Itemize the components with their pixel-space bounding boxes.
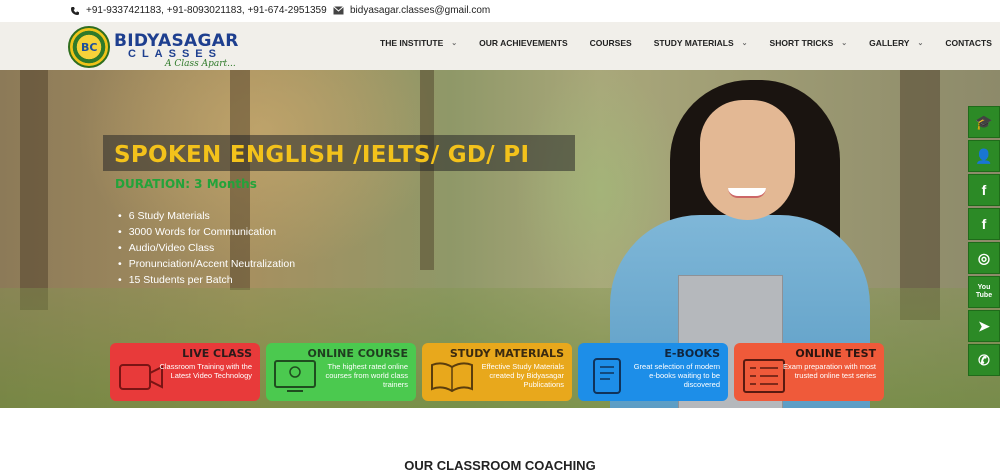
logo-tagline: A Class Apart...: [165, 59, 236, 69]
whatsapp-icon: ✆: [978, 351, 990, 368]
card-description: Great selection of modern e-books waitin…: [633, 362, 720, 389]
list-item: Pronunciation/Accent Neutralization: [118, 256, 295, 272]
telegram-button[interactable]: ➤: [968, 310, 1000, 342]
list-item: 3000 Words for Communication: [118, 224, 295, 240]
hero-title: SPOKEN ENGLISH /IELTS/ GD/ PI: [114, 142, 530, 168]
tree-trunk: [900, 70, 940, 320]
facebook-square-icon: f: [981, 216, 987, 232]
card-description: The highest rated online courses from wo…: [325, 362, 408, 389]
youtube-button[interactable]: You Tube: [968, 276, 1000, 308]
facebook-icon: f: [981, 182, 987, 198]
online-test-card[interactable]: ONLINE TEST Exam preparation with most t…: [734, 343, 884, 401]
list-item: Audio/Video Class: [118, 240, 295, 256]
chevron-down-icon: ⌄: [451, 40, 458, 47]
email-address: bidyasagar.classes@gmail.com: [350, 5, 491, 16]
nav-item-gallery[interactable]: GALLERY ⌄: [869, 38, 923, 48]
feature-list: 6 Study Materials 3000 Words for Communi…: [118, 208, 295, 288]
list-item: 15 Students per Batch: [118, 272, 295, 288]
nav-item-courses[interactable]: COURSES: [590, 38, 632, 48]
facebook-square-button[interactable]: f: [968, 208, 1000, 240]
card-title: E-BOOKS: [664, 347, 720, 360]
site-header: BC BIDYASAGAR CLASSES A Class Apart... T…: [0, 22, 1000, 70]
nav-item-our-achievements[interactable]: OUR ACHIEVEMENTS: [479, 38, 567, 48]
main-nav: THE INSTITUTE ⌄ OUR ACHIEVEMENTS COURSES …: [380, 38, 1000, 48]
chevron-down-icon: ⌄: [841, 40, 848, 47]
graduation-cap-button[interactable]: 🎓: [968, 106, 1000, 138]
chevron-down-icon: ⌄: [741, 40, 748, 47]
facebook-button[interactable]: f: [968, 174, 1000, 206]
card-description: Effective Study Materials created by Bid…: [481, 362, 564, 389]
online-course-card[interactable]: ONLINE COURSE The highest rated online c…: [266, 343, 416, 401]
phone-numbers: +91-9337421183, +91-8093021183, +91-674-…: [86, 5, 327, 16]
graduation-cap-icon: 🎓: [975, 113, 993, 130]
phone-contact[interactable]: +91-9337421183, +91-8093021183, +91-674-…: [70, 5, 327, 16]
study-materials-card[interactable]: STUDY MATERIALS Effective Study Material…: [422, 343, 572, 401]
card-title: STUDY MATERIALS: [449, 347, 564, 360]
nav-item-the-institute[interactable]: THE INSTITUTE ⌄: [380, 38, 457, 48]
card-title: ONLINE COURSE: [307, 347, 408, 360]
instagram-icon: ◎: [977, 249, 991, 266]
list-item: 6 Study Materials: [118, 208, 295, 224]
card-title: ONLINE TEST: [795, 347, 876, 360]
nav-item-contacts[interactable]: CONTACTS⌄: [945, 38, 1000, 48]
nav-item-study-materials[interactable]: STUDY MATERIALS ⌄: [654, 38, 748, 48]
course-duration: DURATION: 3 Months: [115, 177, 257, 191]
logo-badge: BC: [68, 26, 110, 68]
user-icon: 👤: [975, 147, 993, 164]
whatsapp-button[interactable]: ✆: [968, 344, 1000, 376]
instagram-button[interactable]: ◎: [968, 242, 1000, 274]
live-class-card[interactable]: LIVE CLASS Classroom Training with the L…: [110, 343, 260, 401]
phone-icon: [71, 6, 79, 15]
social-sidebar: 🎓 👤 f f ◎ You Tube ➤ ✆: [968, 106, 1000, 378]
card-description: Classroom Training with the Latest Video…: [159, 362, 252, 380]
telegram-icon: ➤: [978, 317, 990, 334]
email-contact[interactable]: bidyasagar.classes@gmail.com: [333, 5, 490, 16]
envelope-icon: [333, 6, 344, 15]
chevron-down-icon: ⌄: [917, 40, 924, 47]
youtube-icon: You Tube: [975, 284, 993, 299]
user-button[interactable]: 👤: [968, 140, 1000, 172]
e-books-card[interactable]: E-BOOKS Great selection of modern e-book…: [578, 343, 728, 401]
card-title: LIVE CLASS: [182, 347, 252, 360]
nav-item-short-tricks[interactable]: SHORT TRICKS ⌄: [770, 38, 848, 48]
card-description: Exam preparation with most trusted onlin…: [783, 362, 876, 380]
top-contact-bar: +91-9337421183, +91-8093021183, +91-674-…: [0, 0, 1000, 22]
site-logo[interactable]: BC BIDYASAGAR CLASSES A Class Apart...: [68, 26, 248, 70]
tree-trunk: [20, 70, 48, 310]
section-title: OUR CLASSROOM COACHING: [404, 458, 596, 473]
